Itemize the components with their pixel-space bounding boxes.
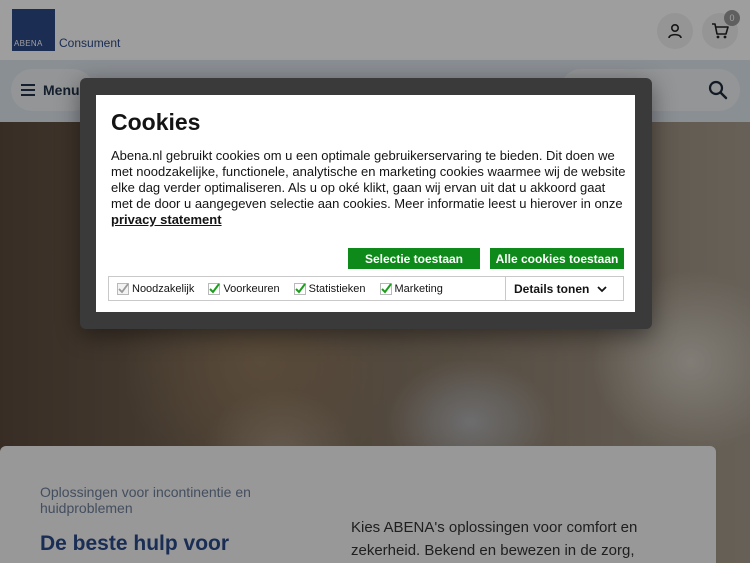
privacy-statement-link[interactable]: privacy statement — [111, 212, 222, 227]
checkbox-checked-icon — [293, 282, 306, 295]
option-statistics[interactable]: Statistieken — [293, 282, 366, 295]
option-preferences[interactable]: Voorkeuren — [208, 282, 280, 295]
option-marketing[interactable]: Marketing — [379, 282, 443, 295]
cookie-dialog: Cookies Abena.nl gebruikt cookies om u e… — [96, 95, 635, 312]
cookie-body-text: Abena.nl gebruikt cookies om u een optim… — [111, 148, 626, 211]
chevron-down-icon — [597, 285, 607, 292]
option-necessary[interactable]: Noodzakelijk — [117, 282, 195, 295]
allow-selection-button[interactable]: Selectie toestaan — [348, 248, 480, 269]
show-details-button[interactable]: Details tonen — [505, 277, 623, 300]
show-details-label: Details tonen — [514, 281, 590, 296]
checkbox-checked-icon — [208, 282, 221, 295]
cookie-options-bar: Noodzakelijk Voorkeuren Statistieken Mar… — [108, 276, 624, 301]
option-statistics-label: Statistieken — [308, 282, 366, 295]
cookie-dialog-body: Abena.nl gebruikt cookies om u een optim… — [111, 148, 626, 228]
cookie-dialog-title: Cookies — [111, 109, 201, 135]
checkbox-checked-icon — [379, 282, 392, 295]
option-preferences-label: Voorkeuren — [223, 282, 280, 295]
allow-all-cookies-button[interactable]: Alle cookies toestaan — [490, 248, 624, 269]
option-necessary-label: Noodzakelijk — [132, 282, 195, 295]
option-marketing-label: Marketing — [394, 282, 443, 295]
checkbox-checked-disabled-icon — [117, 282, 129, 295]
